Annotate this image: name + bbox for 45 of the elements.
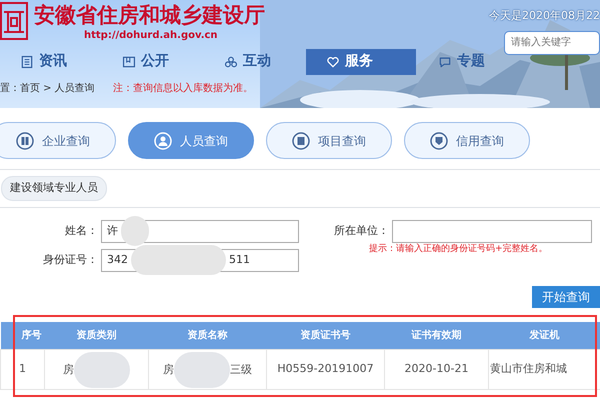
nav-tab[interactable]: 公开 — [102, 48, 202, 74]
nav-tab[interactable]: 服务 — [306, 48, 416, 74]
people-icon — [224, 54, 238, 68]
search-field[interactable]: 请输入关键字 — [504, 30, 600, 54]
nav-tab[interactable]: 互动 — [204, 48, 304, 74]
list-icon — [20, 54, 34, 68]
column-header: 序号 — [0, 322, 44, 350]
book-icon — [122, 54, 136, 68]
redaction-mark — [74, 352, 130, 388]
table-cell: 黄山市住房和城 — [488, 350, 600, 390]
field-label: 身份证号： — [42, 252, 98, 268]
site-url[interactable]: http://dohurd.ah.gov.cn — [84, 28, 218, 43]
site-title: 安徽省住房和城乡建设厅 — [34, 2, 265, 28]
chat-icon — [438, 54, 452, 68]
query-tab[interactable]: 项目查询 — [266, 122, 392, 159]
notice-text: 注：查询信息以入库数据为准。 — [112, 82, 253, 96]
heart-icon — [326, 54, 340, 68]
field-label: 所在单位： — [333, 222, 389, 239]
logo-icon — [0, 2, 28, 40]
column-header: 发证机 — [488, 322, 600, 350]
query-tab[interactable]: 人员查询 — [128, 122, 254, 159]
column-header: 资质证书号 — [266, 322, 384, 350]
table-cell: 房 三级 — [148, 350, 266, 390]
table-cell: 2020-10-21 — [384, 350, 488, 390]
search-button[interactable]: 开始查询 — [532, 286, 600, 308]
nav-tab[interactable]: 资讯 — [0, 48, 100, 74]
column-header: 证书有效期 — [384, 322, 488, 350]
column-header: 资质类别 — [44, 322, 148, 350]
shield-icon — [430, 132, 448, 150]
user-icon — [154, 132, 172, 150]
input-field[interactable] — [392, 220, 592, 242]
field-label: 姓名： — [64, 222, 98, 239]
document-icon — [292, 132, 310, 150]
table-cell: 房 — [44, 350, 148, 390]
column-header: 资质名称 — [148, 322, 266, 350]
query-tab[interactable]: 信用查询 — [404, 122, 530, 159]
category-tag[interactable]: 建设领域专业人员 — [1, 176, 107, 200]
table-cell: 1 — [0, 350, 44, 390]
building-icon — [16, 132, 34, 150]
query-tab[interactable]: 企业查询 — [0, 122, 116, 159]
date-text: 今天是2020年08月22 — [489, 8, 600, 24]
redaction-mark — [174, 352, 230, 388]
hint-text: 提示：请输入正确的身份证号码+完整姓名。 — [369, 242, 549, 256]
breadcrumb-text: 置：首页 > 人员查询 — [0, 82, 95, 96]
table-cell: H0559-20191007 — [266, 350, 384, 390]
